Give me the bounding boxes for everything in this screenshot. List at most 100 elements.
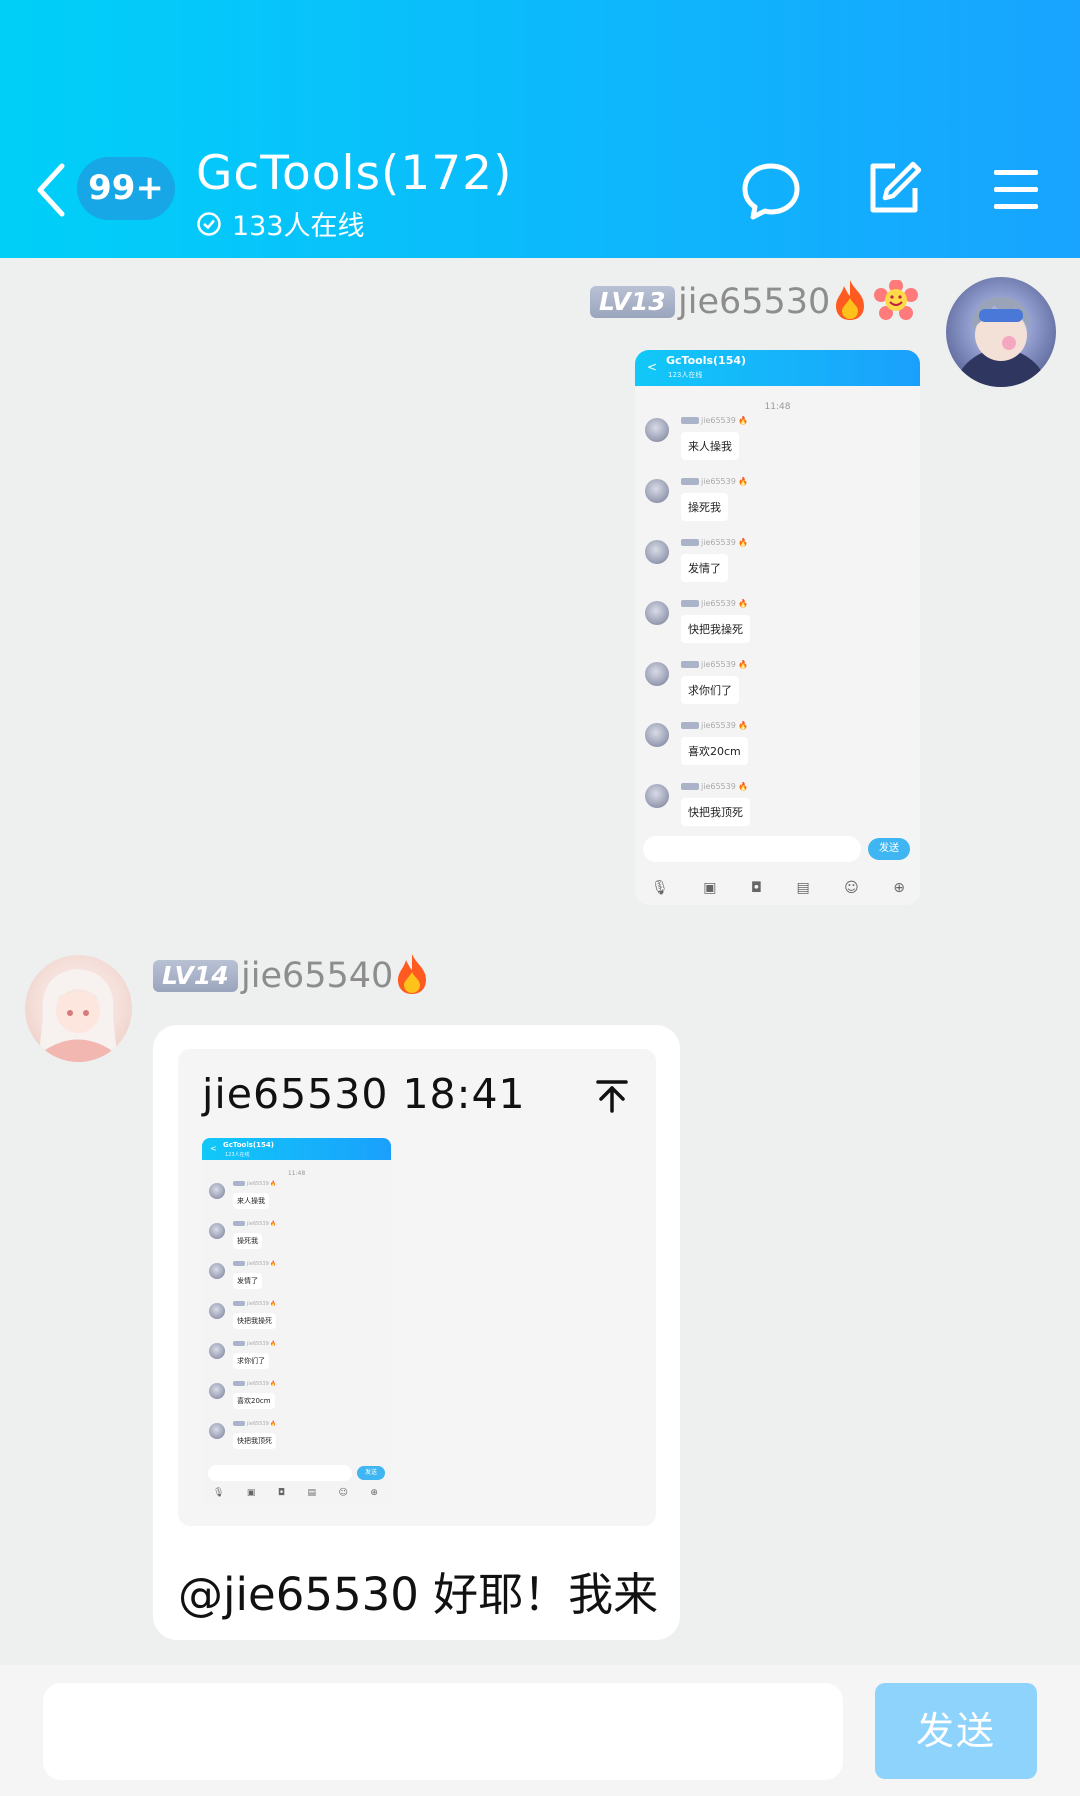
- group-title[interactable]: GcTools(172): [196, 146, 512, 201]
- mini-back-icon: <: [647, 360, 658, 374]
- fire-icon: [836, 280, 864, 320]
- mini-sender: jie65539 🔥: [681, 599, 748, 608]
- mini-bubble: 操死我: [233, 1233, 262, 1249]
- mini-mic-icon: 🎙: [213, 1488, 225, 1498]
- mini-emoji-icon: ☺: [844, 880, 859, 896]
- mini-emoji-icon: ☺: [338, 1488, 348, 1498]
- mini-avatar: [209, 1343, 225, 1359]
- mini-avatar: [645, 723, 669, 747]
- mini-avatar: [209, 1383, 225, 1399]
- mini-level-badge: [233, 1381, 245, 1386]
- mini-mic-icon: 🎙: [651, 880, 669, 896]
- menu-icon[interactable]: [992, 168, 1040, 212]
- mini-avatar: [209, 1263, 225, 1279]
- mini-level-badge: [681, 600, 699, 607]
- mini-sender: jie65539 🔥: [681, 721, 748, 730]
- mini-level-badge: [681, 478, 699, 485]
- mini-bubble: 求你们了: [681, 676, 739, 704]
- message-text: @jie65530 好耶！我来: [178, 1568, 659, 1621]
- mini-file-icon: ▤: [307, 1488, 317, 1498]
- mini-toolbar: 🎙 ▣ ◘ ▤ ☺ ⊕: [651, 880, 905, 896]
- fire-icon: [398, 954, 426, 994]
- mini-avatar: [209, 1183, 225, 1199]
- send-button[interactable]: 发送: [875, 1683, 1037, 1779]
- mini-avatar: [209, 1223, 225, 1239]
- mini-level-badge: [681, 722, 699, 729]
- mini-bubble: 喜欢20cm: [233, 1393, 275, 1409]
- quoted-image[interactable]: < GcTools(154) 123人在线 11:48 jie65539 🔥 来人…: [202, 1138, 391, 1505]
- mini-bubble: 操死我: [681, 493, 728, 521]
- mini-bubble: 喜欢20cm: [681, 737, 748, 765]
- mini-header: < GcTools(154) 123人在线: [202, 1138, 391, 1160]
- avatar-illustration-icon: [39, 969, 117, 1062]
- mini-camera-icon: ◘: [750, 880, 762, 896]
- mini-level-badge: [681, 539, 699, 546]
- mini-avatar: [209, 1423, 225, 1439]
- mini-level-badge: [233, 1221, 245, 1226]
- online-count: 133人在线: [232, 211, 365, 242]
- mini-avatar: [645, 784, 669, 808]
- mini-header: < GcTools(154) 123人在线: [635, 350, 920, 386]
- image-attachment[interactable]: < GcTools(154) 123人在线 11:48 jie65539 🔥 来人…: [635, 350, 920, 905]
- edit-icon[interactable]: [865, 160, 921, 216]
- mini-plus-icon: ⊕: [370, 1488, 378, 1498]
- mini-image-icon: ▣: [703, 880, 717, 896]
- mini-sender: jie65539 🔥: [233, 1221, 277, 1227]
- mini-bubble: 来人操我: [681, 432, 739, 460]
- mini-subtitle: 123人在线: [225, 1152, 250, 1158]
- mini-sender: jie65539 🔥: [681, 660, 748, 669]
- back-arrow-icon[interactable]: [30, 160, 74, 220]
- online-status: 133人在线: [196, 204, 365, 243]
- mini-time: 11:48: [287, 1170, 306, 1177]
- mini-level-badge: [681, 661, 699, 668]
- mini-toolbar: 🎙 ▣ ◘ ▤ ☺ ⊕: [213, 1488, 378, 1498]
- mini-bubble: 发情了: [681, 554, 728, 582]
- mini-title: GcTools(154): [666, 354, 747, 367]
- mini-bubble: 快把我顶死: [233, 1433, 276, 1449]
- mini-avatar: [645, 601, 669, 625]
- mini-camera-icon: ◘: [277, 1488, 286, 1498]
- mini-avatar: [645, 540, 669, 564]
- mini-sender: jie65539 🔥: [233, 1181, 277, 1187]
- mini-sender: jie65539 🔥: [233, 1381, 277, 1387]
- mini-title: GcTools(154): [223, 1141, 274, 1149]
- mini-avatar: [645, 662, 669, 686]
- mini-sender: jie65539 🔥: [233, 1421, 277, 1427]
- chat-bubble-icon[interactable]: [740, 160, 802, 222]
- avatar-illustration-icon: [954, 297, 1048, 387]
- mini-bubble: 发情了: [233, 1273, 262, 1289]
- mini-sender: jie65539 🔥: [681, 782, 748, 791]
- mini-subtitle: 123人在线: [668, 371, 703, 379]
- sender-avatar[interactable]: [25, 955, 132, 1062]
- mini-bubble: 快把我顶死: [681, 798, 750, 826]
- online-check-icon: [197, 211, 221, 236]
- level-badge: LV14: [153, 960, 238, 992]
- mini-sender: jie65539 🔥: [681, 538, 748, 547]
- unread-badge[interactable]: 99+: [77, 157, 175, 220]
- level-badge: LV13: [590, 286, 675, 318]
- message-input[interactable]: [43, 1683, 843, 1780]
- mini-sender: jie65539 🔥: [233, 1301, 277, 1307]
- mini-level-badge: [681, 417, 699, 424]
- mini-input: [208, 1465, 352, 1481]
- sender-name[interactable]: jie65530: [678, 282, 830, 322]
- mini-avatar: [645, 418, 669, 442]
- mini-time: 11:48: [764, 402, 791, 412]
- mini-level-badge: [233, 1261, 245, 1266]
- mini-bubble: 快把我操死: [233, 1313, 276, 1329]
- mini-avatar: [645, 479, 669, 503]
- mini-back-icon: <: [210, 1144, 217, 1153]
- mini-avatar: [209, 1303, 225, 1319]
- flower-emoji-icon: [874, 280, 918, 320]
- mini-sender: jie65539 🔥: [681, 477, 748, 486]
- jump-to-quote-icon[interactable]: [594, 1078, 630, 1114]
- sender-avatar[interactable]: [946, 277, 1056, 387]
- mini-sender: jie65539 🔥: [233, 1341, 277, 1347]
- mini-send-button: 发送: [357, 1466, 385, 1480]
- sender-name[interactable]: jie65540: [241, 956, 393, 996]
- mini-input: [643, 836, 861, 862]
- mini-image-icon: ▣: [246, 1488, 256, 1498]
- mini-level-badge: [233, 1421, 245, 1426]
- mini-plus-icon: ⊕: [893, 880, 905, 896]
- mini-sender: jie65539 🔥: [681, 416, 748, 425]
